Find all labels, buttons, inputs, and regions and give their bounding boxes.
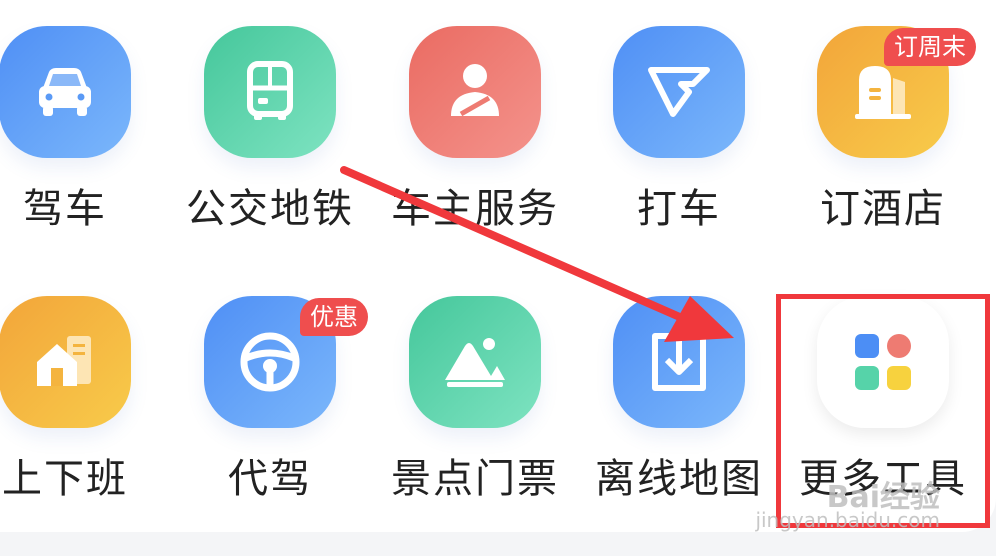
- watermark-url: jingyan.baidu.com: [755, 508, 940, 532]
